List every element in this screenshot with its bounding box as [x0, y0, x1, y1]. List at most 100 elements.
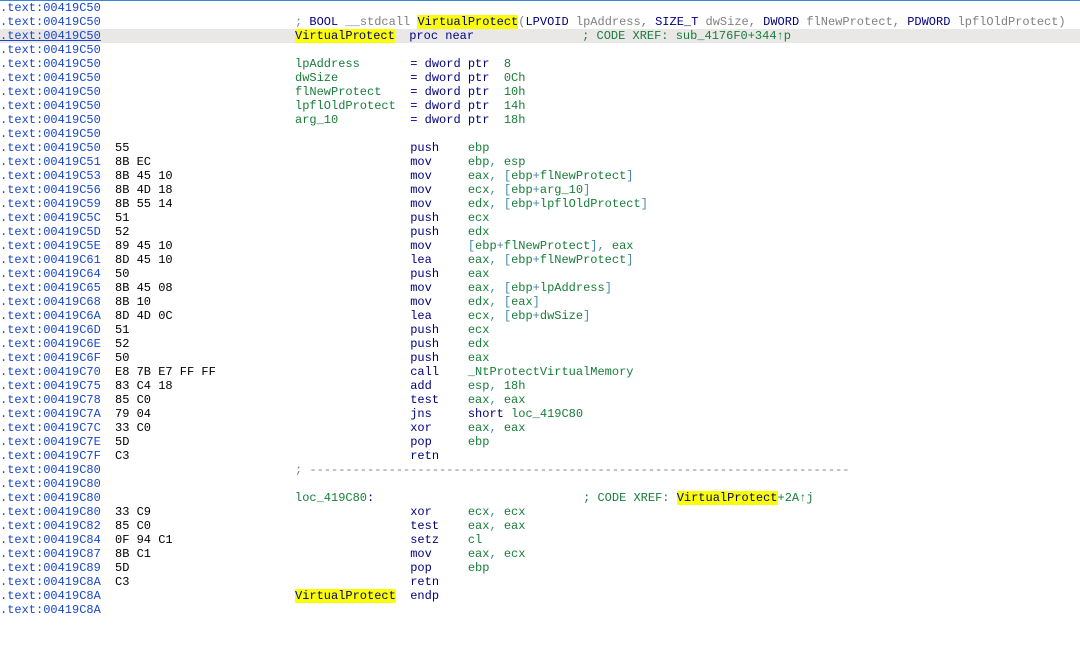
asm-row[interactable]: .text:00419C50	[0, 43, 1080, 57]
asm-row[interactable]: .text:00419C80 ; ------------------------…	[0, 463, 1080, 477]
asm-row[interactable]: .text:00419C568B 4D 18 mov ecx, [ebp+arg…	[0, 183, 1080, 197]
asm-row[interactable]: .text:00419C8AC3 retn	[0, 575, 1080, 589]
address[interactable]: .text:00419C6A	[0, 309, 115, 323]
address[interactable]: .text:00419C7E	[0, 435, 115, 449]
disasm-text[interactable]: mov [ebp+flNewProtect], eax	[295, 239, 1080, 253]
asm-row[interactable]: .text:00419C5D52 push edx	[0, 225, 1080, 239]
disasm-text[interactable]: mov eax, [ebp+lpAddress]	[295, 281, 1080, 295]
asm-row[interactable]: .text:00419C6A8D 4D 0C lea ecx, [ebp+dwS…	[0, 309, 1080, 323]
asm-row[interactable]: .text:00419C50flNewProtect = dword ptr 1…	[0, 85, 1080, 99]
address[interactable]: .text:00419C6E	[0, 337, 115, 351]
asm-row[interactable]: .text:00419C8285 C0 test eax, eax	[0, 519, 1080, 533]
asm-row[interactable]: .text:00419C538B 45 10 mov eax, [ebp+flN…	[0, 169, 1080, 183]
asm-row[interactable]: .text:00419C7E5D pop ebp	[0, 435, 1080, 449]
disasm-text[interactable]: xor ecx, ecx	[295, 505, 1080, 519]
disasm-text[interactable]: VirtualProtect proc near ; CODE XREF: su…	[295, 29, 1080, 43]
disasm-text[interactable]: ; --------------------------------------…	[295, 463, 1080, 477]
asm-row[interactable]: .text:00419C658B 45 08 mov eax, [ebp+lpA…	[0, 281, 1080, 295]
address[interactable]: .text:00419C8A	[0, 603, 115, 617]
asm-row[interactable]: .text:00419C518B EC mov ebp, esp	[0, 155, 1080, 169]
asm-row[interactable]: .text:00419C50 arg_10 = dword ptr 18h	[0, 113, 1080, 127]
address[interactable]: .text:00419C65	[0, 281, 115, 295]
asm-row[interactable]: .text:00419C878B C1 mov eax, ecx	[0, 547, 1080, 561]
address[interactable]: .text:00419C82	[0, 519, 115, 533]
address[interactable]: .text:00419C80	[0, 463, 115, 477]
disasm-text[interactable]: push edx	[295, 337, 1080, 351]
asm-row[interactable]: .text:00419C50 lpflOldProtect = dword ptr…	[0, 99, 1080, 113]
asm-row[interactable]: .text:00419C8033 C9 xor ecx, ecx	[0, 505, 1080, 519]
disasm-text[interactable]: mov ebp, esp	[295, 155, 1080, 169]
disasm-text[interactable]: push ecx	[295, 323, 1080, 337]
asm-row[interactable]: .text:00419C6450 push eax	[0, 267, 1080, 281]
disasm-text[interactable]	[295, 603, 1080, 617]
address[interactable]: .text:00419C7F	[0, 449, 115, 463]
disasm-text[interactable]: call _NtProtectVirtualMemory	[295, 365, 1080, 379]
asm-row[interactable]: .text:00419C598B 55 14 mov edx, [ebp+lpf…	[0, 197, 1080, 211]
address[interactable]: .text:00419C51	[0, 155, 115, 169]
disasm-text[interactable]: mov eax, ecx	[295, 547, 1080, 561]
disasm-text[interactable]	[295, 1, 1080, 15]
disasm-text[interactable]: mov eax, [ebp+flNewProtect]	[295, 169, 1080, 183]
address[interactable]: .text:00419C84	[0, 533, 115, 547]
asm-row[interactable]: .text:00419C50dwSize = dword ptr 0Ch	[0, 71, 1080, 85]
asm-row[interactable]: .text:00419C688B 10 mov edx, [eax]	[0, 295, 1080, 309]
address[interactable]: .text:00419C7C	[0, 421, 115, 435]
address[interactable]: .text:00419C80	[0, 505, 115, 519]
disasm-text[interactable]: mov ecx, [ebp+arg_10]	[295, 183, 1080, 197]
asm-row[interactable]: .text:00419C50 ; BOOL __stdcall VirtualPr…	[0, 15, 1080, 29]
address[interactable]: .text:00419C56	[0, 183, 115, 197]
disasm-text[interactable]	[295, 127, 1080, 141]
asm-row[interactable]: .text:00419C6F50 push eax	[0, 351, 1080, 365]
asm-row[interactable]: .text:00419C5055 push ebp	[0, 141, 1080, 155]
disasm-text[interactable]	[295, 477, 1080, 491]
address[interactable]: .text:00419C64	[0, 267, 115, 281]
disasm-text[interactable]: add esp, 18h	[295, 379, 1080, 393]
address[interactable]: .text:00419C50	[0, 57, 115, 71]
address[interactable]: .text:00419C50	[0, 43, 115, 57]
address[interactable]: .text:00419C50	[0, 15, 115, 29]
asm-row[interactable]: .text:00419C5E89 45 10 mov [ebp+flNewPro…	[0, 239, 1080, 253]
disassembly-view[interactable]: .text:00419C50.text:00419C50; BOOL __std…	[0, 0, 1080, 617]
address[interactable]: .text:00419C6F	[0, 351, 115, 365]
address[interactable]: .text:00419C50	[0, 1, 115, 15]
disasm-text[interactable]: dwSize = dword ptr 0Ch	[295, 71, 1080, 85]
disasm-text[interactable]: mov edx, [eax]	[295, 295, 1080, 309]
asm-row[interactable]: .text:00419C6E52 push edx	[0, 337, 1080, 351]
disasm-text[interactable]: flNewProtect = dword ptr 10h	[295, 85, 1080, 99]
address[interactable]: .text:00419C87	[0, 547, 115, 561]
disasm-text[interactable]: push eax	[295, 351, 1080, 365]
disasm-text[interactable]: mov edx, [ebp+lpflOldProtect]	[295, 197, 1080, 211]
address[interactable]: .text:00419C6D	[0, 323, 115, 337]
disasm-text[interactable]: setz cl	[295, 533, 1080, 547]
disasm-text[interactable]: push edx	[295, 225, 1080, 239]
disasm-text[interactable]: arg_10 = dword ptr 18h	[295, 113, 1080, 127]
asm-row[interactable]: .text:00419C6D51 push ecx	[0, 323, 1080, 337]
disasm-text[interactable]: ; BOOL __stdcall VirtualProtect(LPVOID l…	[295, 15, 1080, 29]
disasm-text[interactable]: push eax	[295, 267, 1080, 281]
address[interactable]: .text:00419C5D	[0, 225, 115, 239]
address[interactable]: .text:00419C50	[0, 141, 115, 155]
asm-row[interactable]: .text:00419C80	[0, 477, 1080, 491]
address[interactable]: .text:00419C50	[0, 99, 115, 113]
asm-row[interactable]: .text:00419C7A79 04 jns short loc_419C80	[0, 407, 1080, 421]
disasm-text[interactable]: push ecx	[295, 211, 1080, 225]
address[interactable]: .text:00419C53	[0, 169, 115, 183]
address[interactable]: .text:00419C80	[0, 491, 115, 505]
asm-row[interactable]: .text:00419C70E8 7B E7 FF FF call _NtPro…	[0, 365, 1080, 379]
asm-row[interactable]: .text:00419C50 VirtualProtect proc near ;…	[0, 29, 1080, 43]
asm-row[interactable]: .text:00419C50	[0, 1, 1080, 15]
disasm-text[interactable]: push ebp	[295, 141, 1080, 155]
asm-row[interactable]: .text:00419C8AVirtualProtect endp	[0, 589, 1080, 603]
asm-row[interactable]: .text:00419C7583 C4 18 add esp, 18h	[0, 379, 1080, 393]
disasm-text[interactable]: pop ebp	[295, 435, 1080, 449]
address[interactable]: .text:00419C5E	[0, 239, 115, 253]
disasm-text[interactable]: retn	[295, 449, 1080, 463]
asm-row[interactable]: .text:00419C895D pop ebp	[0, 561, 1080, 575]
disasm-text[interactable]: retn	[295, 575, 1080, 589]
address[interactable]: .text:00419C50	[0, 29, 115, 43]
disasm-text[interactable]: lea eax, [ebp+flNewProtect]	[295, 253, 1080, 267]
disasm-text[interactable]: lpflOldProtect = dword ptr 14h	[295, 99, 1080, 113]
address[interactable]: .text:00419C8A	[0, 575, 115, 589]
address[interactable]: .text:00419C50	[0, 113, 115, 127]
asm-row[interactable]: .text:00419C50lpAddress = dword ptr 8	[0, 57, 1080, 71]
